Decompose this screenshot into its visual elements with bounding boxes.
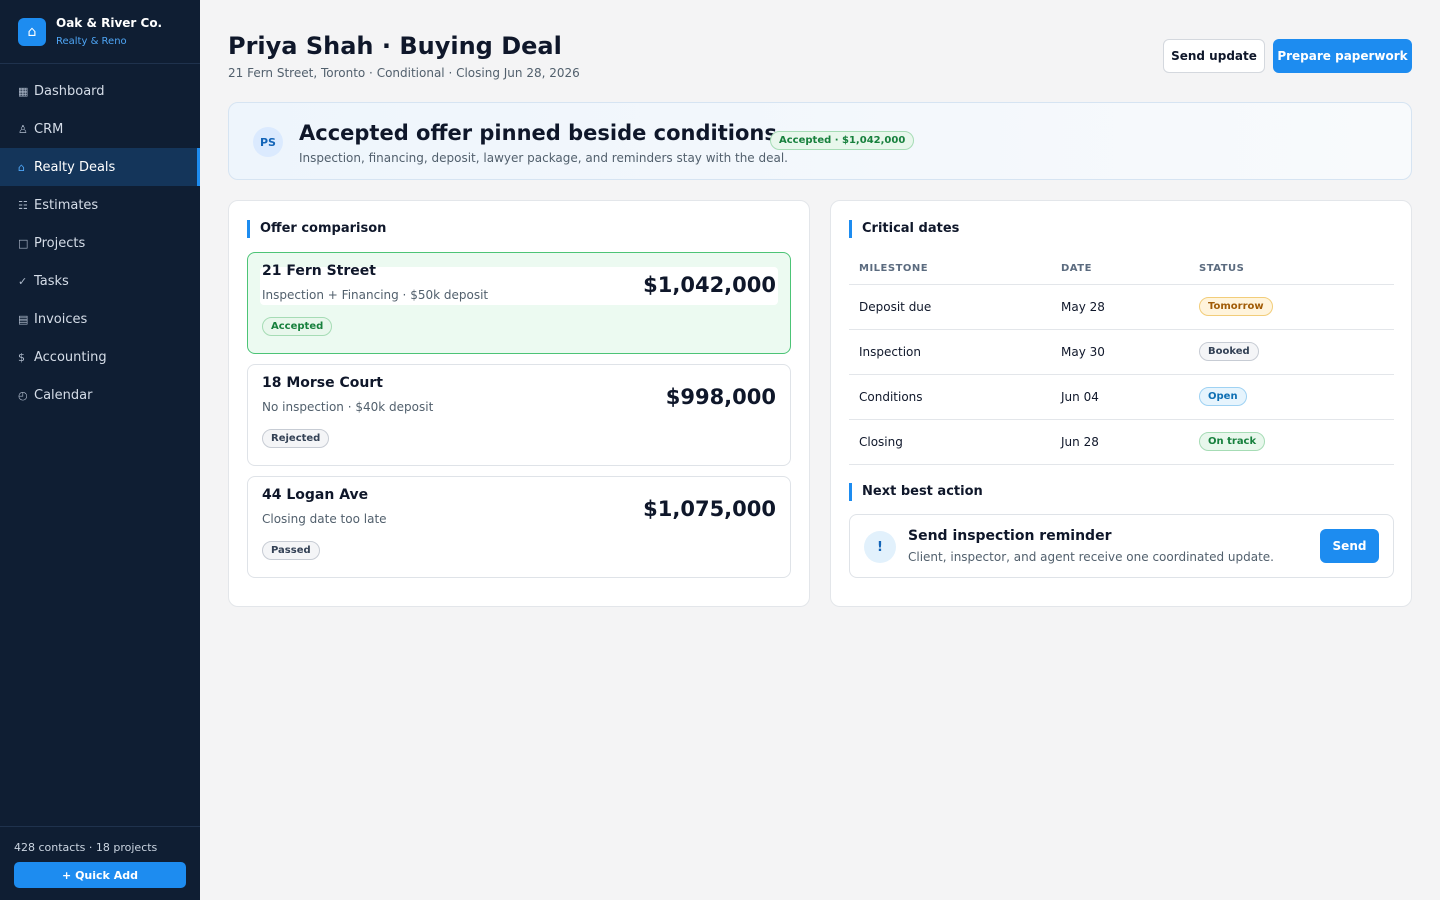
check-icon: ✓ <box>18 274 28 288</box>
offer-terms: Closing date too late <box>262 512 387 526</box>
clock-icon: ◴ <box>18 388 28 402</box>
offer-terms: Inspection + Financing · $50k deposit <box>262 288 489 302</box>
column-header-status: STATUS <box>1189 253 1394 285</box>
home-icon: ⌂ <box>18 160 25 174</box>
offer-card[interactable]: 44 Logan Ave Closing date too late $1,07… <box>247 476 791 578</box>
sidebar-item-label: Projects <box>34 235 86 251</box>
next-action-card: ! Send inspection reminder Client, inspe… <box>849 514 1394 578</box>
invoice-icon: ▤ <box>18 312 29 326</box>
table-row[interactable]: Inspection May 30 Booked <box>849 329 1394 375</box>
page-title: Priya Shah · Buying Deal <box>228 32 562 60</box>
sidebar-item-realty-deals[interactable]: ⌂ Realty Deals <box>0 148 200 186</box>
offer-price: $1,075,000 <box>643 497 776 521</box>
sidebar-nav: ▦ Dashboard ♙ CRM ⌂ Realty Deals ☷ Estim… <box>0 72 200 414</box>
sidebar-item-label: Dashboard <box>34 83 105 99</box>
home-icon: ⌂ <box>18 17 46 46</box>
person-icon: ♙ <box>18 122 28 136</box>
sidebar-item-label: Realty Deals <box>34 159 116 175</box>
banner-subtitle: Inspection, financing, deposit, lawyer p… <box>299 151 788 165</box>
offer-comparison-card: Offer comparison 21 Fern Street Inspecti… <box>228 200 810 607</box>
sidebar-footer: 428 contacts · 18 projects + Quick Add <box>0 826 200 900</box>
critical-dates-table: MILESTONE DATE STATUS Deposit due May 28… <box>849 253 1394 465</box>
milestone-cell: Inspection <box>849 329 1051 375</box>
sidebar-item-estimates[interactable]: ☷ Estimates <box>0 186 200 224</box>
status-badge: Tomorrow <box>1199 297 1273 316</box>
date-cell: May 28 <box>1051 284 1189 330</box>
offer-price: $998,000 <box>665 385 776 409</box>
footer-stats: 428 contacts · 18 projects <box>14 841 158 854</box>
action-title: Send inspection reminder <box>908 528 1112 544</box>
table-row[interactable]: Closing Jun 28 On track <box>849 419 1394 465</box>
sidebar: ⌂ Oak & River Co. Realty & Reno ▦ Dashbo… <box>0 0 200 900</box>
status-badge: Accepted <box>262 317 333 336</box>
brand-subtitle: Realty & Reno <box>56 36 127 47</box>
milestone-cell: Closing <box>849 419 1051 465</box>
date-cell: May 30 <box>1051 329 1189 375</box>
status-badge: Booked <box>1199 342 1259 361</box>
sidebar-item-crm[interactable]: ♙ CRM <box>0 110 200 148</box>
brand: ⌂ Oak & River Co. Realty & Reno <box>0 0 200 64</box>
sidebar-item-projects[interactable]: □ Projects <box>0 224 200 262</box>
sidebar-item-dashboard[interactable]: ▦ Dashboard <box>0 72 200 110</box>
offer-comparison-title: Offer comparison <box>247 220 386 238</box>
status-badge: Rejected <box>262 429 330 448</box>
table-row[interactable]: Deposit due May 28 Tomorrow <box>849 284 1394 330</box>
offer-name: 18 Morse Court <box>262 375 383 391</box>
grid-icon: ▦ <box>18 84 29 98</box>
column-header-date: DATE <box>1051 253 1189 285</box>
sidebar-item-label: Calendar <box>34 387 93 403</box>
milestone-cell: Conditions <box>849 374 1051 420</box>
sidebar-item-tasks[interactable]: ✓ Tasks <box>0 262 200 300</box>
send-update-button[interactable]: Send update <box>1163 39 1265 73</box>
square-icon: □ <box>18 236 29 250</box>
brand-name: Oak & River Co. <box>56 16 163 30</box>
status-badge: On track <box>1199 432 1266 451</box>
pinned-offer-banner: PS Accepted offer pinned beside conditio… <box>228 102 1412 180</box>
sidebar-item-label: Accounting <box>34 349 107 365</box>
send-button[interactable]: Send <box>1320 529 1379 563</box>
critical-dates-title: Critical dates <box>849 220 959 238</box>
sidebar-item-label: Invoices <box>34 311 88 327</box>
avatar: PS <box>253 127 283 157</box>
date-cell: Jun 28 <box>1051 419 1189 465</box>
quick-add-button[interactable]: + Quick Add <box>14 862 186 888</box>
column-header-milestone: MILESTONE <box>849 253 1051 285</box>
next-best-action-title: Next best action <box>849 483 983 501</box>
table-header-row: MILESTONE DATE STATUS <box>849 253 1394 285</box>
status-badge: Open <box>1199 387 1247 406</box>
date-cell: Jun 04 <box>1051 374 1189 420</box>
list-icon: ☷ <box>18 198 28 212</box>
sidebar-item-invoices[interactable]: ▤ Invoices <box>0 300 200 338</box>
offer-card[interactable]: 18 Morse Court No inspection · $40k depo… <box>247 364 791 466</box>
sidebar-item-calendar[interactable]: ◴ Calendar <box>0 376 200 414</box>
offer-name: 44 Logan Ave <box>262 487 369 503</box>
sidebar-item-label: Estimates <box>34 197 99 213</box>
prepare-paperwork-button[interactable]: Prepare paperwork <box>1273 39 1412 73</box>
page-subtitle: 21 Fern Street, Toronto · Conditional · … <box>228 66 580 80</box>
banner-title: Accepted offer pinned beside conditions <box>299 121 777 145</box>
offer-card[interactable]: 21 Fern Street Inspection + Financing · … <box>247 252 791 354</box>
offer-price: $1,042,000 <box>643 273 776 297</box>
sidebar-item-accounting[interactable]: $ Accounting <box>0 338 200 376</box>
table-row[interactable]: Conditions Jun 04 Open <box>849 374 1394 420</box>
status-badge: Passed <box>262 541 320 560</box>
sidebar-item-label: CRM <box>34 121 64 137</box>
dollar-icon: $ <box>18 350 25 364</box>
critical-dates-card: Critical dates MILESTONE DATE STATUS Dep… <box>830 200 1412 607</box>
accepted-offer-badge: Accepted · $1,042,000 <box>770 131 915 150</box>
offer-name: 21 Fern Street <box>262 263 376 279</box>
action-subtitle: Client, inspector, and agent receive one… <box>908 550 1274 564</box>
offer-terms: No inspection · $40k deposit <box>262 400 434 414</box>
sidebar-item-label: Tasks <box>34 273 69 289</box>
exclamation-icon: ! <box>864 531 896 563</box>
milestone-cell: Deposit due <box>849 284 1051 330</box>
